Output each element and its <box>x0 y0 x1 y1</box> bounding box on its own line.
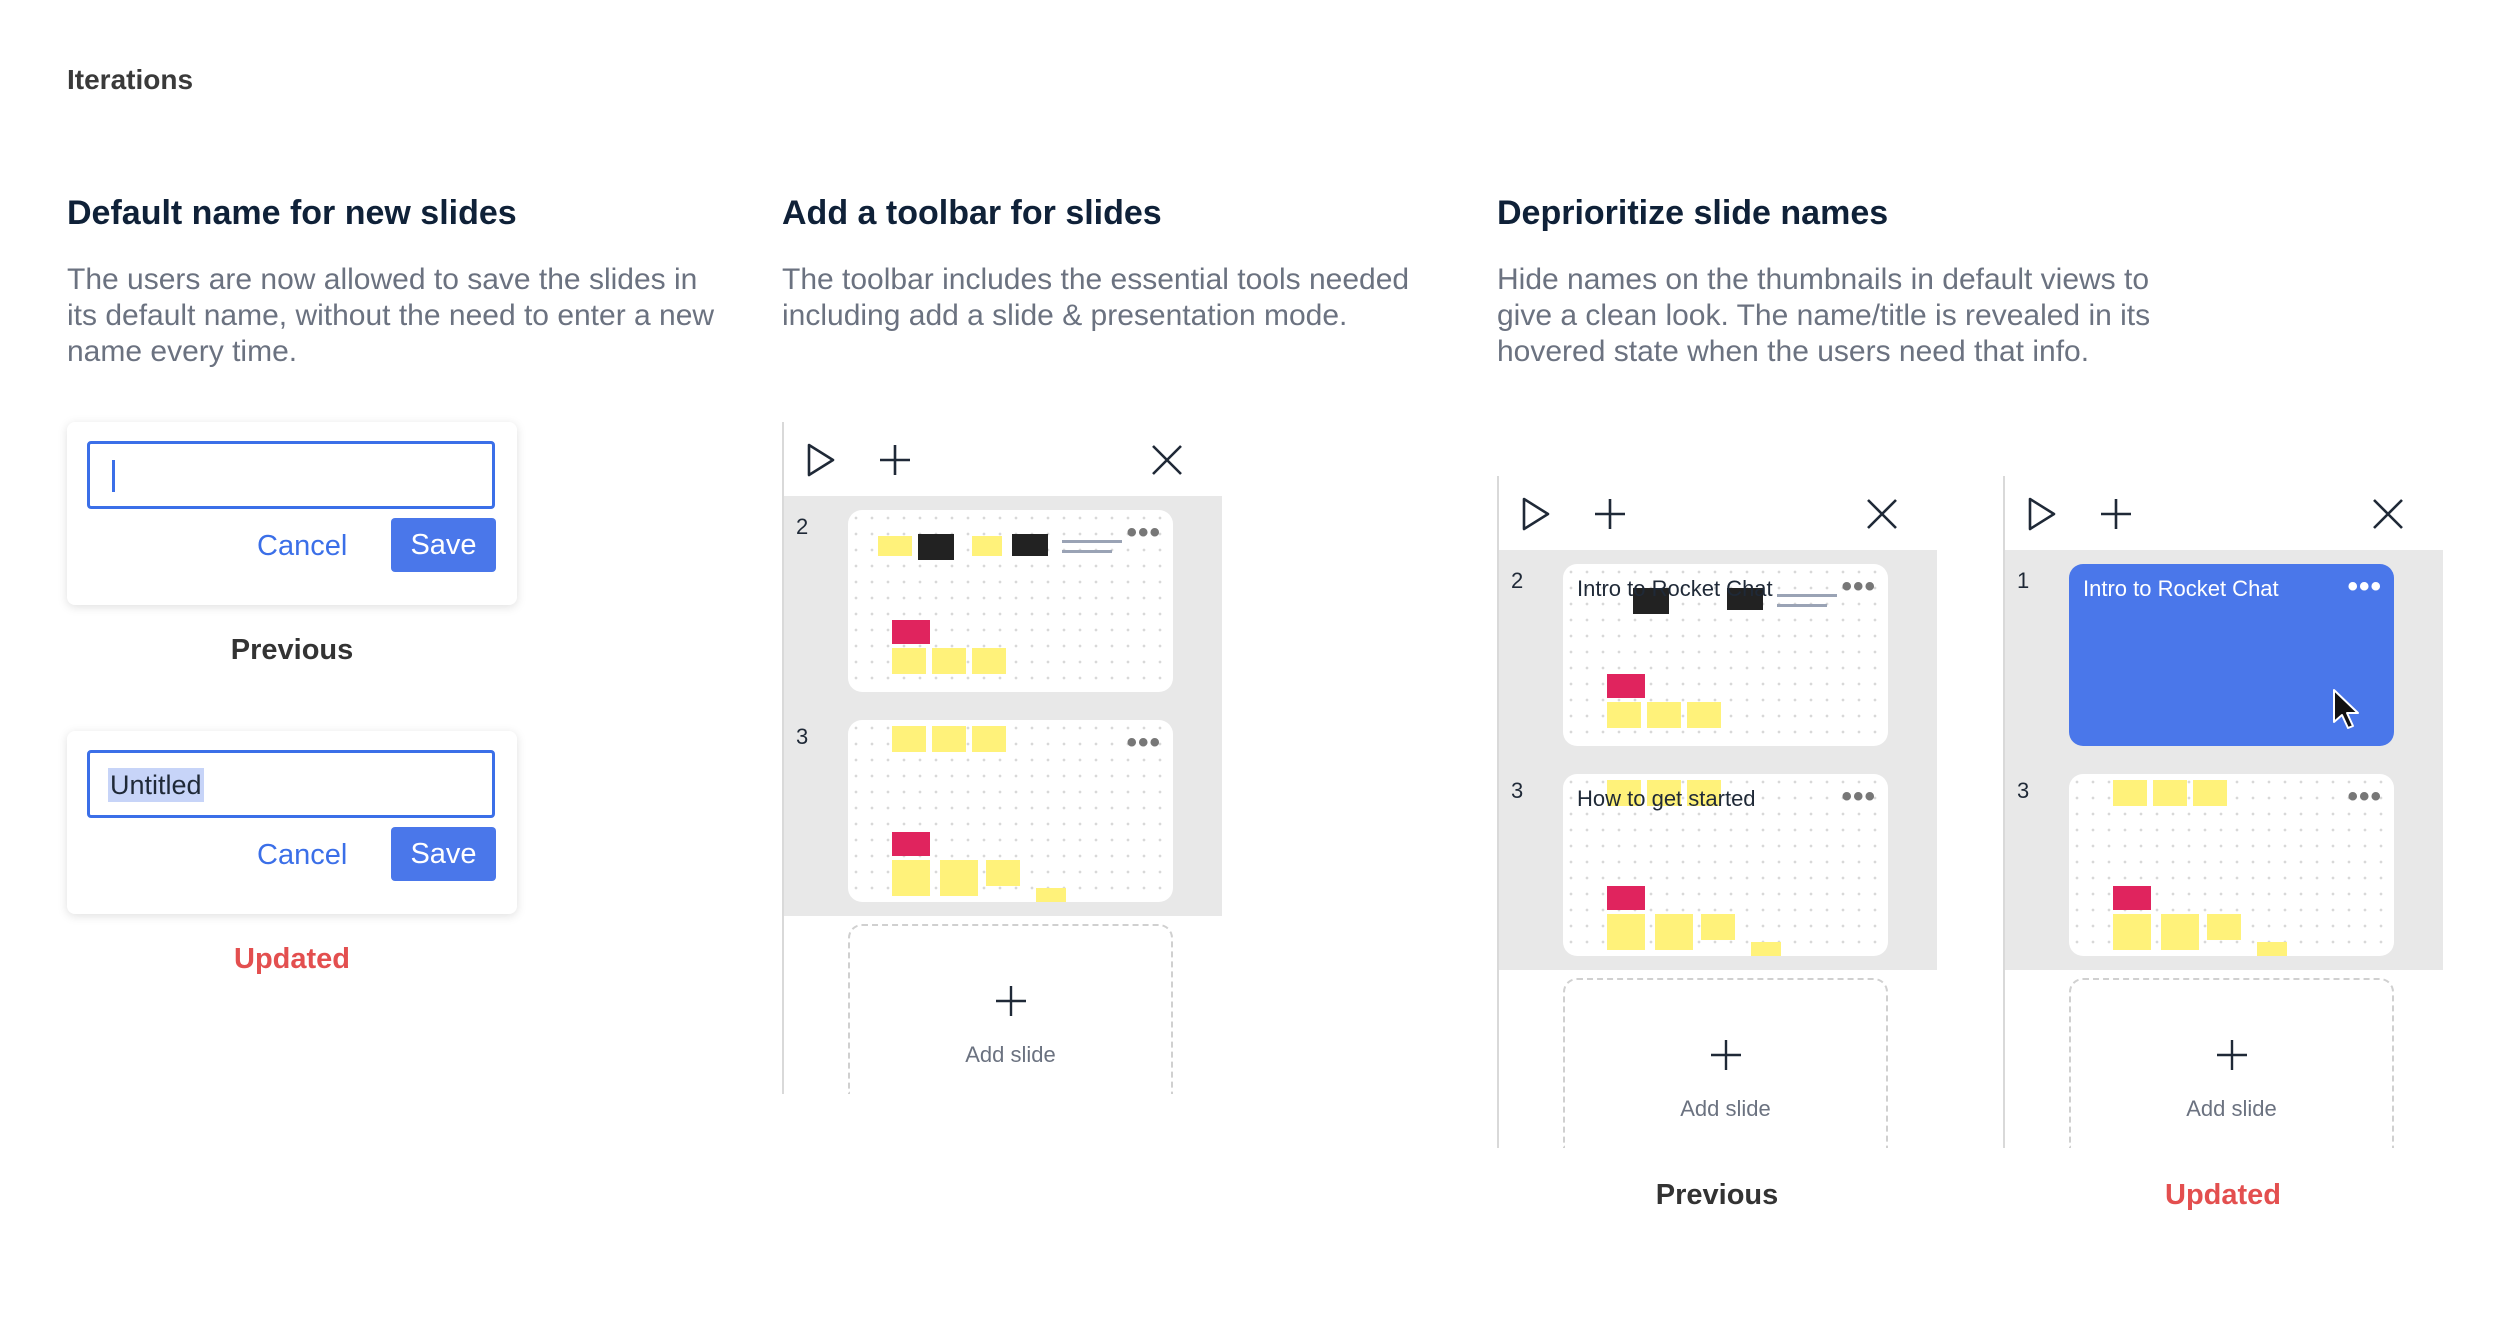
slides-tray: 2 ••• 3 ••• <box>784 496 1222 916</box>
play-icon[interactable] <box>1515 494 1555 534</box>
close-icon[interactable] <box>2368 494 2408 534</box>
slide-number: 2 <box>1511 568 1524 593</box>
more-icon[interactable]: ••• <box>1841 782 1876 812</box>
slide-number: 1 <box>2017 568 2030 593</box>
slides-panel: 2 ••• 3 ••• Add slide <box>782 422 1222 1094</box>
slide-name: Intro to Rocket Chat <box>2083 576 2279 601</box>
slide-name-input[interactable]: Untitled <box>87 750 495 818</box>
slides-tray: 1 Intro to Rocket Chat ••• 3 ••• <box>2005 550 2443 970</box>
slide-thumbnail[interactable]: How to get started ••• <box>1563 774 1888 956</box>
add-slide-label: Add slide <box>965 1042 1056 1067</box>
plus-icon[interactable] <box>1590 494 1630 534</box>
selected-default-name: Untitled <box>108 768 204 802</box>
slide-thumbnail[interactable]: ••• <box>848 720 1173 902</box>
slide-thumbnail[interactable]: ••• <box>2069 774 2394 956</box>
more-icon[interactable]: ••• <box>1841 572 1876 602</box>
slide-number: 3 <box>1511 778 1524 803</box>
cursor-icon <box>2333 689 2359 729</box>
slide-number: 2 <box>796 514 809 539</box>
add-slide-button[interactable]: Add slide <box>848 924 1173 1094</box>
caption-updated: Updated <box>2165 1179 2281 1211</box>
slide-thumbnail[interactable]: ••• <box>848 510 1173 692</box>
caption-previous: Previous <box>230 634 354 666</box>
caption-previous: Previous <box>1655 1179 1779 1211</box>
section-title: Add a toolbar for slides <box>782 194 1162 232</box>
section-description: The users are now allowed to save the sl… <box>67 263 715 368</box>
slides-panel-updated: 1 Intro to Rocket Chat ••• 3 ••• Add sli… <box>2003 476 2443 1148</box>
close-icon[interactable] <box>1862 494 1902 534</box>
plus-icon <box>995 986 1026 1016</box>
cancel-button[interactable]: Cancel <box>257 530 347 563</box>
add-slide-button[interactable]: Add slide <box>2069 978 2394 1148</box>
cancel-button[interactable]: Cancel <box>257 839 347 872</box>
more-icon[interactable]: ••• <box>2347 572 2382 602</box>
slide-number: 3 <box>796 724 809 749</box>
section-title: Default name for new slides <box>67 194 517 232</box>
slide-name-input[interactable] <box>87 441 495 509</box>
save-button[interactable]: Save <box>391 827 496 881</box>
add-slide-button[interactable]: Add slide <box>1563 978 1888 1148</box>
section-description: The toolbar includes the essential tools… <box>782 263 1410 332</box>
more-icon[interactable]: ••• <box>2347 782 2382 812</box>
plus-icon <box>2216 1040 2247 1070</box>
page-label: Iterations <box>67 64 194 95</box>
more-icon[interactable]: ••• <box>1126 728 1161 758</box>
slide-thumbnail-hovered[interactable]: Intro to Rocket Chat ••• <box>2069 564 2394 746</box>
add-slide-label: Add slide <box>2186 1096 2277 1121</box>
name-dialog-previous: Cancel Save <box>67 422 517 605</box>
slide-name: How to get started <box>1577 786 1756 811</box>
slides-toolbar <box>2005 476 2443 550</box>
slides-panel-previous: 2 Intro to Rocket Chat ••• 3 How to get … <box>1497 476 1937 1148</box>
plus-icon[interactable] <box>875 440 915 480</box>
play-icon[interactable] <box>800 440 840 480</box>
caption-updated: Updated <box>234 943 350 975</box>
save-button[interactable]: Save <box>391 518 496 572</box>
section-title: Deprioritize slide names <box>1497 194 1889 232</box>
slide-thumbnail[interactable]: Intro to Rocket Chat ••• <box>1563 564 1888 746</box>
name-dialog-updated: Untitled Cancel Save <box>67 731 517 914</box>
slide-name: Intro to Rocket Chat <box>1577 576 1773 601</box>
add-slide-label: Add slide <box>1680 1096 1771 1121</box>
slides-toolbar <box>1499 476 1937 550</box>
slide-number: 3 <box>2017 778 2030 803</box>
slides-tray: 2 Intro to Rocket Chat ••• 3 How to get … <box>1499 550 1937 970</box>
text-caret <box>112 460 115 492</box>
play-icon[interactable] <box>2021 494 2061 534</box>
plus-icon[interactable] <box>2096 494 2136 534</box>
slides-toolbar <box>784 422 1222 496</box>
section-description: Hide names on the thumbnails in default … <box>1497 263 2151 368</box>
close-icon[interactable] <box>1147 440 1187 480</box>
plus-icon <box>1710 1040 1741 1070</box>
more-icon[interactable]: ••• <box>1126 518 1161 548</box>
